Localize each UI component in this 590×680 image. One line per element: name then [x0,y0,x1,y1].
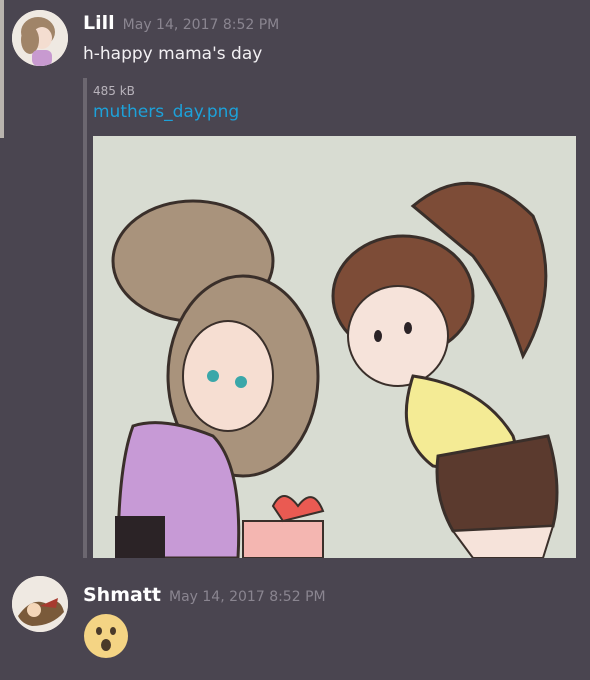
message-lill: Lill May 14, 2017 8:52 PM h-happy mama's… [0,0,590,565]
username[interactable]: Lill [83,12,115,34]
timestamp: May 14, 2017 8:52 PM [122,17,280,33]
username[interactable]: Shmatt [83,584,161,606]
file-link[interactable]: muthers_day.png [93,102,239,122]
message-text: h-happy mama's day [83,44,263,64]
avatar-lill[interactable] [12,10,68,66]
attachment-image[interactable] [93,136,576,558]
attachment: 485 kB muthers_day.png [83,78,582,558]
surprised-face-emoji-icon[interactable] [83,613,129,659]
avatar-shmatt[interactable] [12,576,68,632]
file-size: 485 kB [93,84,135,98]
timestamp: May 14, 2017 8:52 PM [169,589,326,605]
